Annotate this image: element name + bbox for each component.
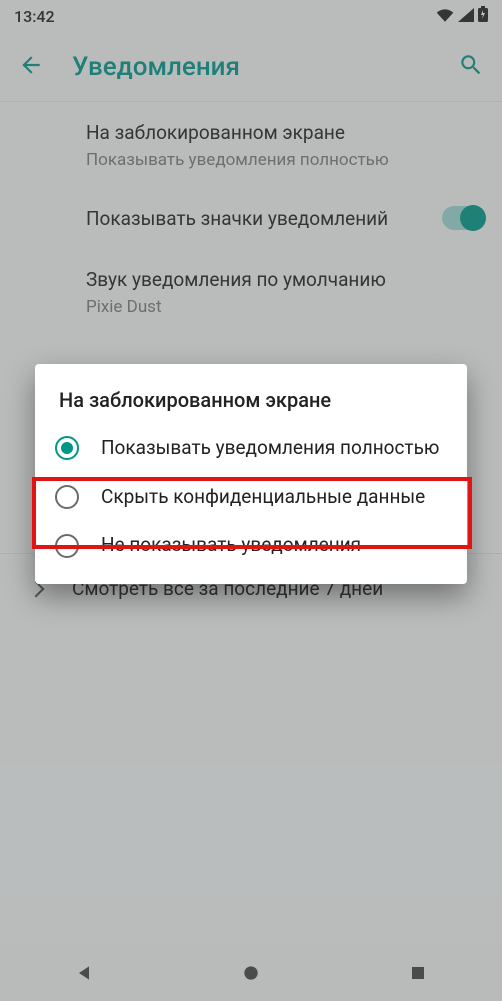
option-label: Показывать уведомления полностью bbox=[101, 436, 439, 461]
radio-unchecked-icon[interactable] bbox=[55, 534, 79, 558]
dialog-option-hide-sensitive[interactable]: Скрыть конфиденциальные данные bbox=[35, 473, 467, 522]
dialog-title: На заблокированном экране bbox=[35, 388, 467, 424]
dialog-option-show-all[interactable]: Показывать уведомления полностью bbox=[35, 424, 467, 473]
option-label: Скрыть конфиденциальные данные bbox=[101, 485, 425, 510]
dialog-option-dont-show[interactable]: Не показывать уведомления bbox=[35, 521, 467, 570]
option-label: Не показывать уведомления bbox=[101, 533, 361, 558]
lockscreen-dialog: На заблокированном экране Показывать уве… bbox=[35, 364, 467, 584]
radio-unchecked-icon[interactable] bbox=[55, 485, 79, 509]
radio-checked-icon[interactable] bbox=[55, 436, 79, 460]
